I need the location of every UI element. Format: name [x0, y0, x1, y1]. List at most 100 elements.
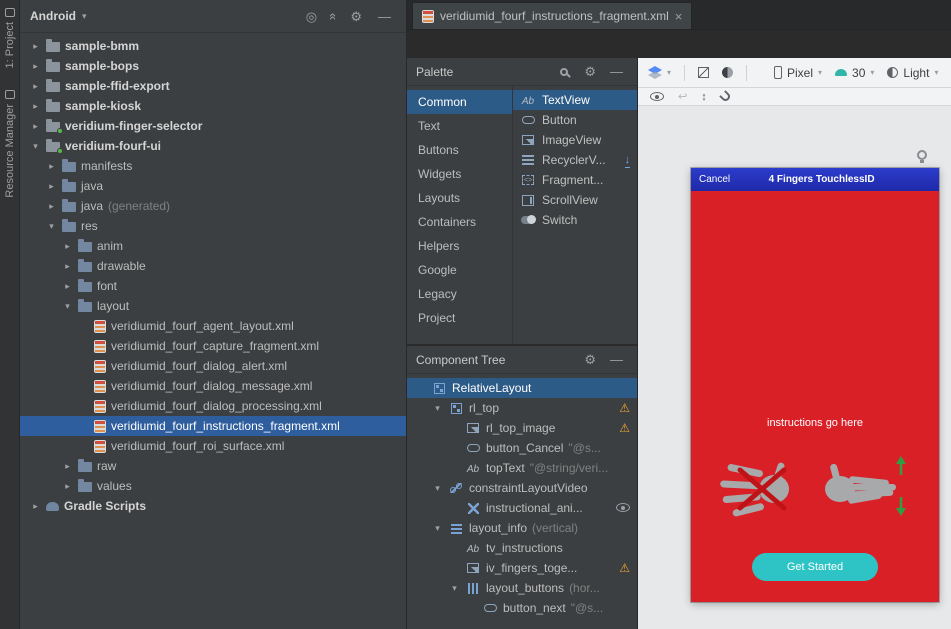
component-button-cancel[interactable]: button_Cancel"@s... [407, 438, 637, 458]
tree-item-dialog-alert-xml[interactable]: veridiumid_fourf_dialog_alert.xml [20, 356, 406, 376]
tree-item-roi-surface-xml[interactable]: veridiumid_fourf_roi_surface.xml [20, 436, 406, 456]
tree-item-manifests[interactable]: ▸manifests [20, 156, 406, 176]
palette-component-button[interactable]: Button [513, 110, 637, 130]
palette-category-helpers[interactable]: Helpers [407, 234, 512, 258]
preview-cancel-button[interactable]: Cancel [699, 174, 730, 185]
palette-category-google[interactable]: Google [407, 258, 512, 282]
design-mode-button[interactable]: ▾ [648, 66, 671, 79]
tree-item-font[interactable]: ▸font [20, 276, 406, 296]
chevron-right-icon[interactable]: ▸ [62, 261, 73, 272]
chevron-down-icon[interactable]: ▾ [82, 11, 87, 22]
component-instructional-animation[interactable]: instructional_ani... [407, 498, 637, 518]
tree-item-veridium-finger-selector[interactable]: ▸veridium-finger-selector [20, 116, 406, 136]
collapse-all-icon[interactable]: « [327, 10, 340, 21]
chevron-right-icon[interactable]: ▸ [46, 161, 57, 172]
chevron-right-icon[interactable]: ▸ [62, 481, 73, 492]
chevron-right-icon[interactable]: ▸ [30, 61, 41, 72]
tree-item-res[interactable]: ▾res [20, 216, 406, 236]
chevron-right-icon[interactable]: ▸ [62, 281, 73, 292]
component-layout-info[interactable]: ▾layout_info(vertical) [407, 518, 637, 538]
palette-component-fragment[interactable]: Fragment... [513, 170, 637, 190]
tree-item-instructions-fragment-xml[interactable]: veridiumid_fourf_instructions_fragment.x… [20, 416, 406, 436]
tree-item-java[interactable]: ▸java [20, 176, 406, 196]
magnet-icon[interactable] [719, 90, 732, 103]
tree-item-capture-fragment-xml[interactable]: veridiumid_fourf_capture_fragment.xml [20, 336, 406, 356]
get-started-button[interactable]: Get Started [752, 553, 878, 581]
palette-category-buttons[interactable]: Buttons [407, 138, 512, 162]
visibility-eye-icon[interactable] [616, 503, 630, 512]
download-icon[interactable]: ↓ [625, 155, 631, 166]
night-mode-icon[interactable] [722, 67, 733, 78]
palette-component-switch[interactable]: Switch [513, 210, 637, 230]
tree-item-values[interactable]: ▸values [20, 476, 406, 496]
tree-item-dialog-processing-xml[interactable]: veridiumid_fourf_dialog_processing.xml [20, 396, 406, 416]
palette-component-scrollview[interactable]: ScrollView [513, 190, 637, 210]
palette-category-project[interactable]: Project [407, 306, 512, 330]
chevron-right-icon[interactable]: ▸ [46, 201, 57, 212]
hide-panel-icon[interactable]: — [605, 353, 628, 366]
chevron-right-icon[interactable]: ▸ [62, 461, 73, 472]
chevron-down-icon[interactable]: ▾ [62, 301, 73, 312]
warning-icon[interactable]: ⚠ [619, 562, 630, 574]
chevron-right-icon[interactable]: ▸ [30, 101, 41, 112]
component-constraintlayoutvideo[interactable]: ▾constraintLayoutVideo [407, 478, 637, 498]
tree-item-dialog-message-xml[interactable]: veridiumid_fourf_dialog_message.xml [20, 376, 406, 396]
palette-category-widgets[interactable]: Widgets [407, 162, 512, 186]
chevron-right-icon[interactable]: ▸ [30, 41, 41, 52]
tree-item-anim[interactable]: ▸anim [20, 236, 406, 256]
gear-icon[interactable]: ⚙ [345, 10, 367, 23]
chevron-right-icon[interactable]: ▸ [30, 501, 41, 512]
tool-window-button-project[interactable]: 1: Project [4, 8, 16, 68]
palette-category-containers[interactable]: Containers [407, 210, 512, 234]
palette-component-imageview[interactable]: ImageView [513, 130, 637, 150]
blueprint-mode-icon[interactable] [698, 67, 709, 78]
device-selector[interactable]: Pixel ▾ [774, 66, 822, 80]
tree-item-sample-kiosk[interactable]: ▸sample-kiosk [20, 96, 406, 116]
chevron-down-icon[interactable]: ▾ [432, 483, 443, 494]
view-options-eye-icon[interactable] [650, 92, 664, 101]
component-tv-instructions[interactable]: tv_instructions [407, 538, 637, 558]
component-button-next[interactable]: button_next"@s... [407, 598, 637, 618]
tree-item-veridium-fourf-ui[interactable]: ▾veridium-fourf-ui [20, 136, 406, 156]
design-canvas[interactable]: Cancel 4 Fingers TouchlessID instruction… [638, 106, 951, 629]
palette-component-recyclerview[interactable]: RecyclerV...↓ [513, 150, 637, 170]
chevron-down-icon[interactable]: ▾ [46, 221, 57, 232]
api-level-selector[interactable]: 30 ▾ [835, 66, 874, 80]
tree-item-layout[interactable]: ▾layout [20, 296, 406, 316]
warning-icon[interactable]: ⚠ [619, 402, 630, 414]
tree-item-sample-bops[interactable]: ▸sample-bops [20, 56, 406, 76]
lightbulb-icon[interactable] [917, 150, 927, 160]
editor-tab[interactable]: veridiumid_fourf_instructions_fragment.x… [412, 2, 692, 29]
chevron-down-icon[interactable]: ▾ [449, 583, 460, 594]
gear-icon[interactable]: ⚙ [579, 65, 601, 78]
locate-file-icon[interactable]: ◎ [301, 10, 322, 23]
tree-item-gradle-scripts[interactable]: ▸Gradle Scripts [20, 496, 406, 516]
hide-panel-icon[interactable]: — [605, 65, 628, 78]
chevron-right-icon[interactable]: ▸ [30, 121, 41, 132]
component-iv-fingers-together[interactable]: iv_fingers_toge...⚠ [407, 558, 637, 578]
hide-panel-icon[interactable]: — [373, 10, 396, 23]
tree-item-sample-ffid-export[interactable]: ▸sample-ffid-export [20, 76, 406, 96]
palette-category-legacy[interactable]: Legacy [407, 282, 512, 306]
tree-item-drawable[interactable]: ▸drawable [20, 256, 406, 276]
tree-item-raw[interactable]: ▸raw [20, 456, 406, 476]
search-icon[interactable] [560, 68, 568, 76]
palette-category-common[interactable]: Common [407, 90, 512, 114]
chevron-down-icon[interactable]: ▾ [432, 523, 443, 534]
component-toptext[interactable]: topText"@string/veri... [407, 458, 637, 478]
palette-category-layouts[interactable]: Layouts [407, 186, 512, 210]
theme-selector[interactable]: Light ▾ [887, 66, 938, 80]
project-view-selector[interactable]: Android [30, 9, 76, 23]
warning-icon[interactable]: ⚠ [619, 422, 630, 434]
tree-item-sample-bmm[interactable]: ▸sample-bmm [20, 36, 406, 56]
gear-icon[interactable]: ⚙ [579, 353, 601, 366]
chevron-right-icon[interactable]: ▸ [30, 81, 41, 92]
tree-item-agent-layout-xml[interactable]: veridiumid_fourf_agent_layout.xml [20, 316, 406, 336]
chevron-right-icon[interactable]: ▸ [62, 241, 73, 252]
palette-category-text[interactable]: Text [407, 114, 512, 138]
component-layout-buttons[interactable]: ▾layout_buttons(hor... [407, 578, 637, 598]
tool-window-button-resource-manager[interactable]: Resource Manager [4, 90, 16, 198]
component-relativelayout[interactable]: RelativeLayout [407, 378, 637, 398]
tree-item-java-generated[interactable]: ▸java(generated) [20, 196, 406, 216]
back-arrow-icon[interactable]: ↩ [678, 90, 687, 103]
